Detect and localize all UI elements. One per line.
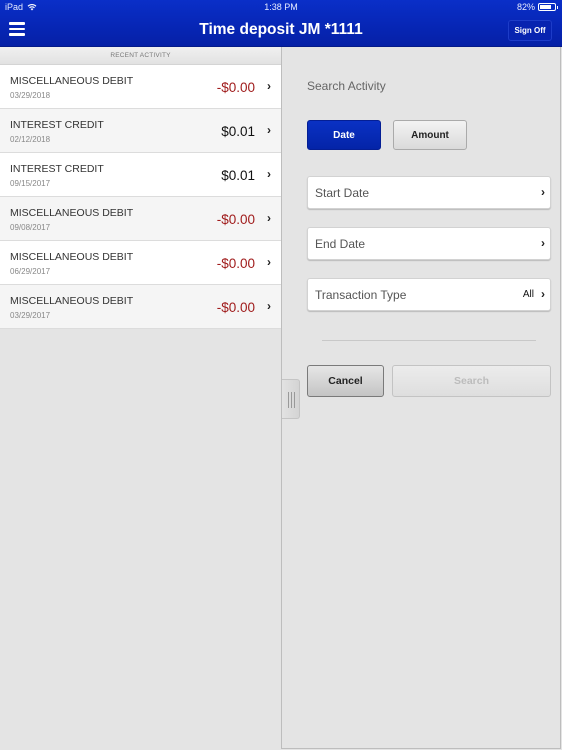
pane-resize-handle[interactable] <box>282 379 300 419</box>
start-date-label: Start Date <box>315 186 370 200</box>
transaction-amount: $0.01 <box>221 124 255 139</box>
transaction-amount: -$0.00 <box>216 80 255 95</box>
transaction-date: 09/15/2017 <box>10 179 51 188</box>
end-date-label: End Date <box>315 237 366 251</box>
transaction-name: MISCELLANEOUS DEBIT <box>10 251 134 263</box>
transaction-type-field[interactable]: Transaction Type All › <box>307 278 551 311</box>
search-activity-pane: Search Activity Date Amount Start Date ›… <box>281 47 561 749</box>
battery-icon <box>538 3 558 11</box>
status-time: 1:38 PM <box>264 2 298 12</box>
transaction-name: MISCELLANEOUS DEBIT <box>10 75 134 87</box>
transaction-date: 03/29/2018 <box>10 91 51 100</box>
activity-row[interactable]: MISCELLANEOUS DEBIT 09/08/2017 -$0.00 › <box>0 197 281 241</box>
sign-off-button[interactable]: Sign Off <box>508 20 552 41</box>
chevron-right-icon: › <box>267 79 271 93</box>
activity-row[interactable]: MISCELLANEOUS DEBIT 03/29/2018 -$0.00 › <box>0 65 281 109</box>
activity-row[interactable]: MISCELLANEOUS DEBIT 03/29/2017 -$0.00 › <box>0 285 281 329</box>
cancel-button[interactable]: Cancel <box>307 365 384 397</box>
activity-list: MISCELLANEOUS DEBIT 03/29/2018 -$0.00 › INTE… <box>0 65 281 329</box>
transaction-type-value: All <box>522 289 534 300</box>
chevron-right-icon: › <box>267 123 271 137</box>
recent-activity-pane: RECENT ACTIVITY MISCELLANEOUS DEBIT 03/29… <box>0 47 281 329</box>
transaction-name: MISCELLANEOUS DEBIT <box>10 207 134 219</box>
status-bar-right: 82% <box>516 2 558 12</box>
recent-activity-header: RECENT ACTIVITY <box>0 47 281 65</box>
chevron-right-icon: › <box>267 211 271 225</box>
battery-percent: 82% <box>516 2 535 12</box>
chevron-right-icon: › <box>541 287 545 301</box>
transaction-name: MISCELLANEOUS DEBIT <box>10 295 134 307</box>
start-date-field[interactable]: Start Date › <box>307 176 551 209</box>
filter-by-date-button[interactable]: Date <box>307 120 381 150</box>
activity-row[interactable]: MISCELLANEOUS DEBIT 06/29/2017 -$0.00 › <box>0 241 281 285</box>
transaction-amount: -$0.00 <box>216 212 255 227</box>
search-button[interactable]: Search <box>392 365 551 397</box>
activity-row[interactable]: INTEREST CREDIT 02/12/2018 $0.01 › <box>0 109 281 153</box>
search-activity-title: Search Activity <box>307 79 386 93</box>
transaction-amount: -$0.00 <box>216 300 255 315</box>
page-title: Time deposit JM *1111 <box>199 21 363 38</box>
chevron-right-icon: › <box>541 185 545 199</box>
top-bar: iPad 1:38 PM 82% Time deposit JM *1111 S… <box>0 0 562 47</box>
chevron-right-icon: › <box>267 167 271 181</box>
transaction-type-label: Transaction Type <box>315 288 407 302</box>
transaction-name: INTEREST CREDIT <box>10 119 104 131</box>
transaction-date: 06/29/2017 <box>10 267 51 276</box>
end-date-field[interactable]: End Date › <box>307 227 551 260</box>
chevron-right-icon: › <box>267 299 271 313</box>
filter-by-amount-button[interactable]: Amount <box>393 120 467 150</box>
hamburger-menu-icon[interactable] <box>9 22 25 36</box>
transaction-amount: -$0.00 <box>216 256 255 271</box>
chevron-right-icon: › <box>267 255 271 269</box>
transaction-name: INTEREST CREDIT <box>10 163 104 175</box>
divider <box>322 340 536 341</box>
transaction-date: 03/29/2017 <box>10 311 51 320</box>
transaction-date: 09/08/2017 <box>10 223 51 232</box>
chevron-right-icon: › <box>541 236 545 250</box>
transaction-amount: $0.01 <box>221 168 255 183</box>
activity-row[interactable]: INTEREST CREDIT 09/15/2017 $0.01 › <box>0 153 281 197</box>
transaction-date: 02/12/2018 <box>10 135 51 144</box>
